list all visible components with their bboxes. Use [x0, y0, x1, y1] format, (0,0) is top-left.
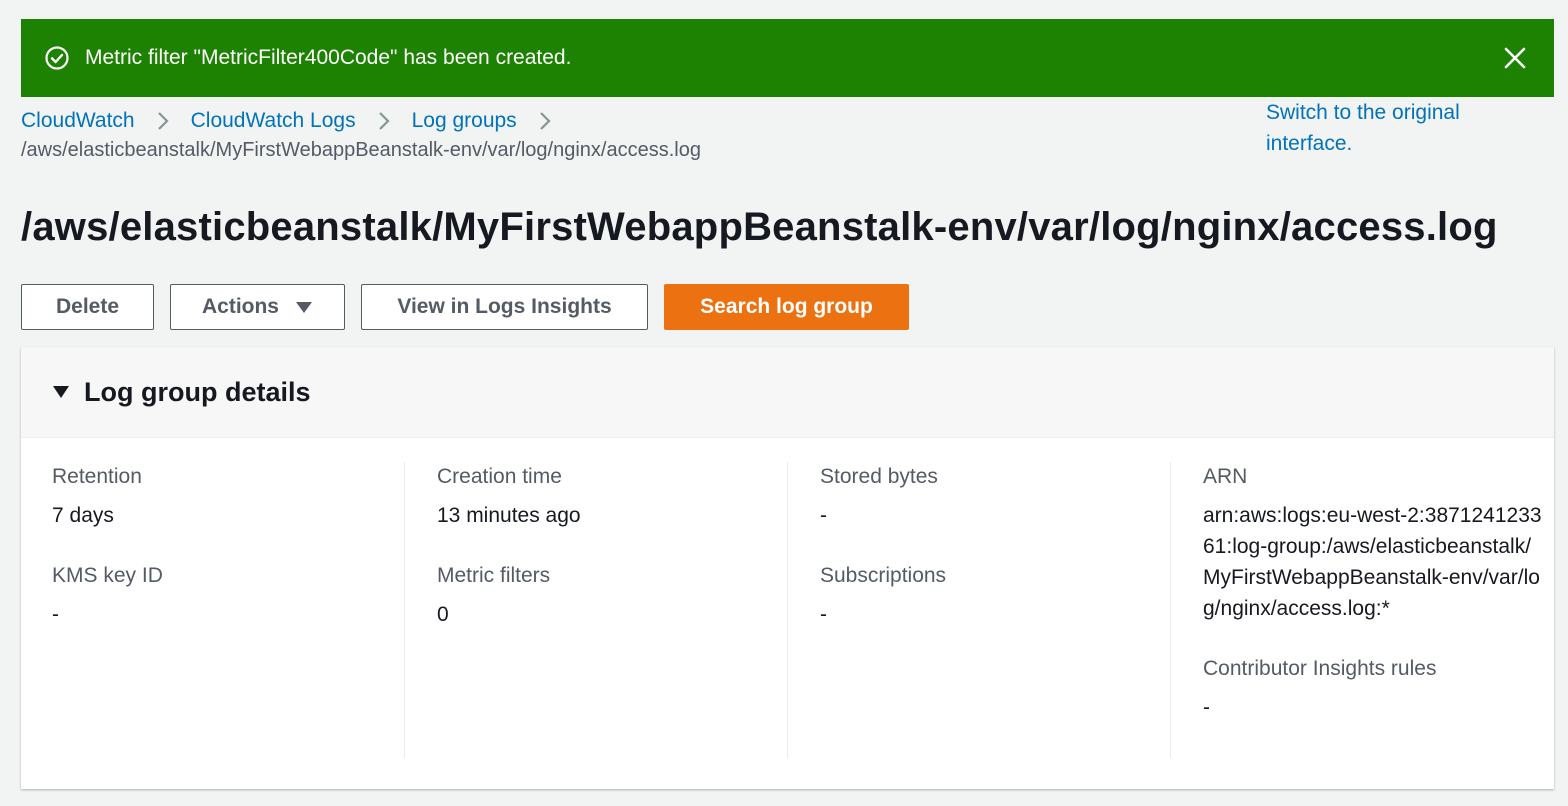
creation-time-label: Creation time — [437, 465, 562, 488]
contributor-insights-label: Contributor Insights rules — [1203, 657, 1437, 680]
details-column-1: Retention 7 days KMS key ID - — [21, 462, 404, 758]
flash-message: Metric filter "MetricFilter400Code" has … — [85, 46, 572, 69]
breadcrumb: CloudWatch CloudWatch Logs Log groups /a… — [21, 104, 1221, 162]
caret-down-icon — [295, 300, 313, 314]
log-group-details-header[interactable]: Log group details — [21, 347, 1554, 438]
retention-value: 7 days — [52, 504, 114, 527]
success-flashbar: Metric filter "MetricFilter400Code" has … — [21, 19, 1554, 97]
breadcrumb-current: /aws/elasticbeanstalk/MyFirstWebappBeans… — [21, 139, 701, 161]
actions-dropdown[interactable]: Actions — [170, 284, 345, 330]
metric-filters-label: Metric filters — [437, 564, 551, 587]
check-circle-icon — [44, 45, 70, 71]
toolbar: Delete Actions View in Logs Insights Sea… — [21, 284, 909, 330]
arn-value: arn:aws:logs:eu-west-2:387124123361:log-… — [1203, 504, 1542, 620]
arn-label: ARN — [1203, 465, 1248, 488]
retention-label: Retention — [52, 465, 142, 488]
kms-key-label: KMS key ID — [52, 564, 163, 587]
breadcrumb-cloudwatch-logs[interactable]: CloudWatch Logs — [191, 109, 356, 133]
contributor-insights-value: - — [1203, 696, 1210, 719]
switch-interface-link[interactable]: Switch to the original interface. — [1266, 97, 1536, 159]
delete-button[interactable]: Delete — [21, 284, 154, 330]
details-column-3: Stored bytes - Subscriptions - — [787, 462, 1170, 758]
subscriptions-value: - — [820, 603, 827, 626]
view-in-logs-insights-button[interactable]: View in Logs Insights — [361, 284, 648, 330]
log-group-details-panel: Log group details Retention 7 days KMS k… — [21, 347, 1554, 789]
kms-key-value: - — [52, 603, 59, 626]
page-title: /aws/elasticbeanstalk/MyFirstWebappBeans… — [21, 205, 1498, 249]
panel-title: Log group details — [84, 376, 311, 407]
close-icon[interactable] — [1502, 45, 1528, 71]
creation-time-value: 13 minutes ago — [437, 504, 581, 527]
triangle-down-icon — [52, 385, 70, 399]
details-column-2: Creation time 13 minutes ago Metric filt… — [404, 462, 787, 758]
subscriptions-label: Subscriptions — [820, 564, 947, 587]
stored-bytes-value: - — [820, 504, 827, 527]
actions-label: Actions — [201, 295, 279, 318]
breadcrumb-log-groups[interactable]: Log groups — [412, 109, 517, 133]
chevron-right-icon — [356, 110, 412, 132]
details-column-4: ARN arn:aws:logs:eu-west-2:387124123361:… — [1170, 462, 1553, 758]
stored-bytes-label: Stored bytes — [820, 465, 938, 488]
chevron-right-icon — [517, 110, 573, 132]
chevron-right-icon — [135, 110, 191, 132]
search-log-group-button[interactable]: Search log group — [664, 284, 909, 330]
breadcrumb-cloudwatch[interactable]: CloudWatch — [21, 109, 135, 133]
metric-filters-value[interactable]: 0 — [437, 599, 787, 630]
